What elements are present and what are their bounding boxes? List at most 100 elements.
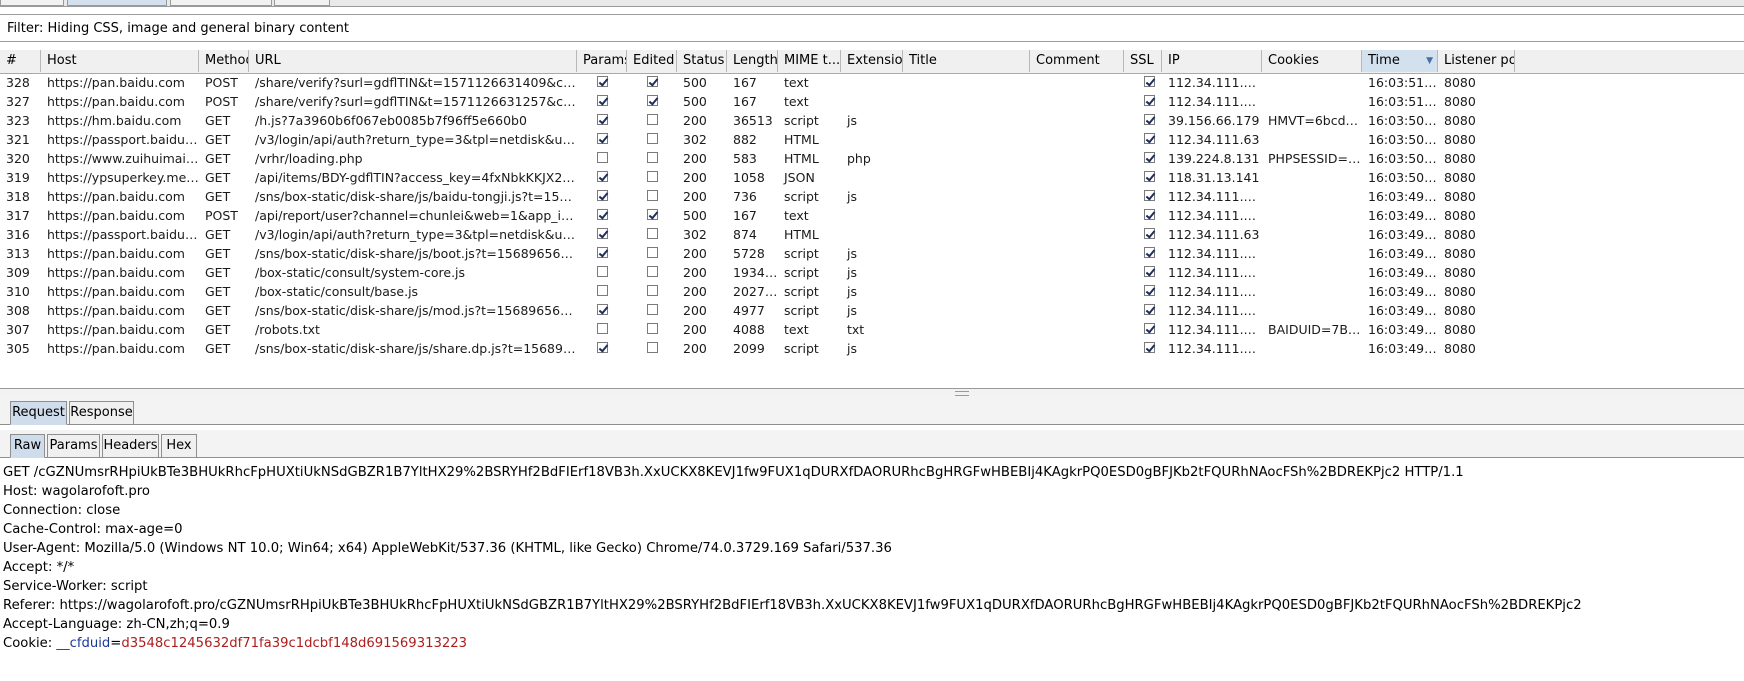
params-checkbox[interactable] — [597, 114, 608, 125]
tab-hex[interactable]: Hex — [161, 434, 197, 458]
table-row[interactable]: 328 https://pan.baidu.com POST/share/verif… — [0, 73, 1683, 92]
edited-checkbox[interactable] — [647, 323, 658, 334]
edited-checkbox[interactable] — [647, 247, 658, 258]
edited-checkbox[interactable] — [647, 190, 658, 201]
table-row[interactable]: 317 https://pan.baidu.com POST/api/report/… — [0, 206, 1683, 225]
column-header-params[interactable]: Params — [577, 50, 627, 72]
params-checkbox[interactable] — [597, 304, 608, 315]
ssl-checkbox[interactable] — [1144, 190, 1155, 201]
params-checkbox[interactable] — [597, 266, 608, 277]
column-header-ip[interactable]: IP — [1162, 50, 1262, 72]
edited-checkbox[interactable] — [647, 133, 658, 144]
params-checkbox[interactable] — [597, 133, 608, 144]
params-checkbox[interactable] — [597, 76, 608, 87]
tab-request[interactable]: Request — [10, 401, 67, 425]
ssl-checkbox[interactable] — [1144, 266, 1155, 277]
http-history-table: # Host Method URL Params Edited Status Length MI… — [0, 50, 1744, 388]
ssl-checkbox[interactable] — [1144, 285, 1155, 296]
top-tab-2[interactable] — [67, 0, 167, 6]
params-checkbox[interactable] — [597, 209, 608, 220]
params-checkbox[interactable] — [597, 285, 608, 296]
cell-mime: script — [784, 113, 819, 128]
column-header-port[interactable]: Listener port — [1438, 50, 1515, 72]
column-header-num[interactable]: # — [0, 50, 41, 72]
table-row[interactable]: 323 https://hm.baidu.com GET/h.js?7a3960b6… — [0, 111, 1683, 130]
column-header-edited[interactable]: Edited — [627, 50, 677, 72]
column-header-ssl[interactable]: SSL — [1124, 50, 1162, 72]
ssl-checkbox[interactable] — [1144, 323, 1155, 334]
edited-checkbox[interactable] — [647, 304, 658, 315]
column-header-host[interactable]: Host — [41, 50, 199, 72]
edited-checkbox[interactable] — [647, 114, 658, 125]
edited-checkbox[interactable] — [647, 266, 658, 277]
table-row[interactable]: 313 https://pan.baidu.com GET/sns/box-stat… — [0, 244, 1683, 263]
cell-method: GET — [205, 113, 231, 128]
ssl-checkbox[interactable] — [1144, 228, 1155, 239]
ssl-checkbox[interactable] — [1144, 76, 1155, 87]
edited-checkbox[interactable] — [647, 76, 658, 87]
edited-checkbox[interactable] — [647, 171, 658, 182]
params-checkbox[interactable] — [597, 247, 608, 258]
ssl-checkbox[interactable] — [1144, 114, 1155, 125]
params-checkbox[interactable] — [597, 190, 608, 201]
table-row[interactable]: 307 https://pan.baidu.com GET/robots.txt 20… — [0, 320, 1683, 339]
cell-title — [903, 263, 1030, 282]
params-checkbox[interactable] — [597, 228, 608, 239]
params-checkbox[interactable] — [597, 171, 608, 182]
edited-checkbox[interactable] — [647, 95, 658, 106]
cell-title — [903, 92, 1030, 111]
ssl-checkbox[interactable] — [1144, 171, 1155, 182]
cell-time: 16:03:49 1... — [1368, 189, 1438, 204]
column-header-url[interactable]: URL — [249, 50, 577, 72]
table-row[interactable]: 316 https://passport.baidu.com GET/v3/logi… — [0, 225, 1683, 244]
column-header-cookies[interactable]: Cookies — [1262, 50, 1362, 72]
column-header-status[interactable]: Status — [677, 50, 727, 72]
column-header-ext[interactable]: Extension — [841, 50, 903, 72]
column-header-mime[interactable]: MIME t... — [778, 50, 841, 72]
table-row[interactable]: 320 https://www.zuihuimai.net GET/vrhr/loa… — [0, 149, 1683, 168]
top-tab-1[interactable] — [0, 0, 64, 6]
ssl-checkbox[interactable] — [1144, 304, 1155, 315]
edited-checkbox[interactable] — [647, 285, 658, 296]
column-header-time[interactable]: Time ▼ — [1362, 50, 1438, 72]
params-checkbox[interactable] — [597, 152, 608, 163]
params-checkbox[interactable] — [597, 342, 608, 353]
ssl-checkbox[interactable] — [1144, 95, 1155, 106]
filter-bar[interactable]: Filter: Hiding CSS, image and general bi… — [0, 14, 1744, 42]
column-header-title[interactable]: Title — [903, 50, 1030, 72]
table-row[interactable]: 318 https://pan.baidu.com GET/sns/box-stat… — [0, 187, 1683, 206]
column-header-label: Edited — [633, 53, 675, 68]
table-row[interactable]: 310 https://pan.baidu.com GET/box-static/c… — [0, 282, 1683, 301]
ssl-checkbox[interactable] — [1144, 342, 1155, 353]
column-header-length[interactable]: Length — [727, 50, 778, 72]
tab-params[interactable]: Params — [47, 434, 100, 458]
column-header-method[interactable]: Method — [199, 50, 249, 72]
table-row[interactable]: 319 https://ypsuperkey.meek.... GET/api/it… — [0, 168, 1683, 187]
params-checkbox[interactable] — [597, 95, 608, 106]
tab-response[interactable]: Response — [69, 401, 134, 425]
table-row[interactable]: 309 https://pan.baidu.com GET/box-static/c… — [0, 263, 1683, 282]
params-checkbox[interactable] — [597, 323, 608, 334]
cell-num: 307 — [6, 322, 30, 337]
ssl-checkbox[interactable] — [1144, 152, 1155, 163]
edited-checkbox[interactable] — [647, 209, 658, 220]
cell-ext: js — [847, 113, 857, 128]
ssl-checkbox[interactable] — [1144, 247, 1155, 258]
column-header-label: URL — [255, 53, 281, 68]
cell-port: 8080 — [1444, 265, 1476, 280]
edited-checkbox[interactable] — [647, 342, 658, 353]
ssl-checkbox[interactable] — [1144, 133, 1155, 144]
table-row[interactable]: 308 https://pan.baidu.com GET/sns/box-stat… — [0, 301, 1683, 320]
top-tab-3[interactable] — [170, 0, 272, 6]
edited-checkbox[interactable] — [647, 228, 658, 239]
table-row[interactable]: 327 https://pan.baidu.com POST/share/verif… — [0, 92, 1683, 111]
top-tab-4[interactable] — [274, 0, 330, 6]
column-header-comment[interactable]: Comment — [1030, 50, 1124, 72]
table-row[interactable]: 321 https://passport.baidu.com GET/v3/logi… — [0, 130, 1683, 149]
raw-request-editor[interactable]: GET /cGZNUmsrRHpiUkBTe3BHUkRhcFpHUXtiUkN… — [3, 463, 1741, 653]
tab-headers[interactable]: Headers — [102, 434, 159, 458]
ssl-checkbox[interactable] — [1144, 209, 1155, 220]
table-row[interactable]: 305 https://pan.baidu.com GET/sns/box-stat… — [0, 339, 1683, 358]
tab-raw[interactable]: Raw — [10, 434, 45, 458]
edited-checkbox[interactable] — [647, 152, 658, 163]
